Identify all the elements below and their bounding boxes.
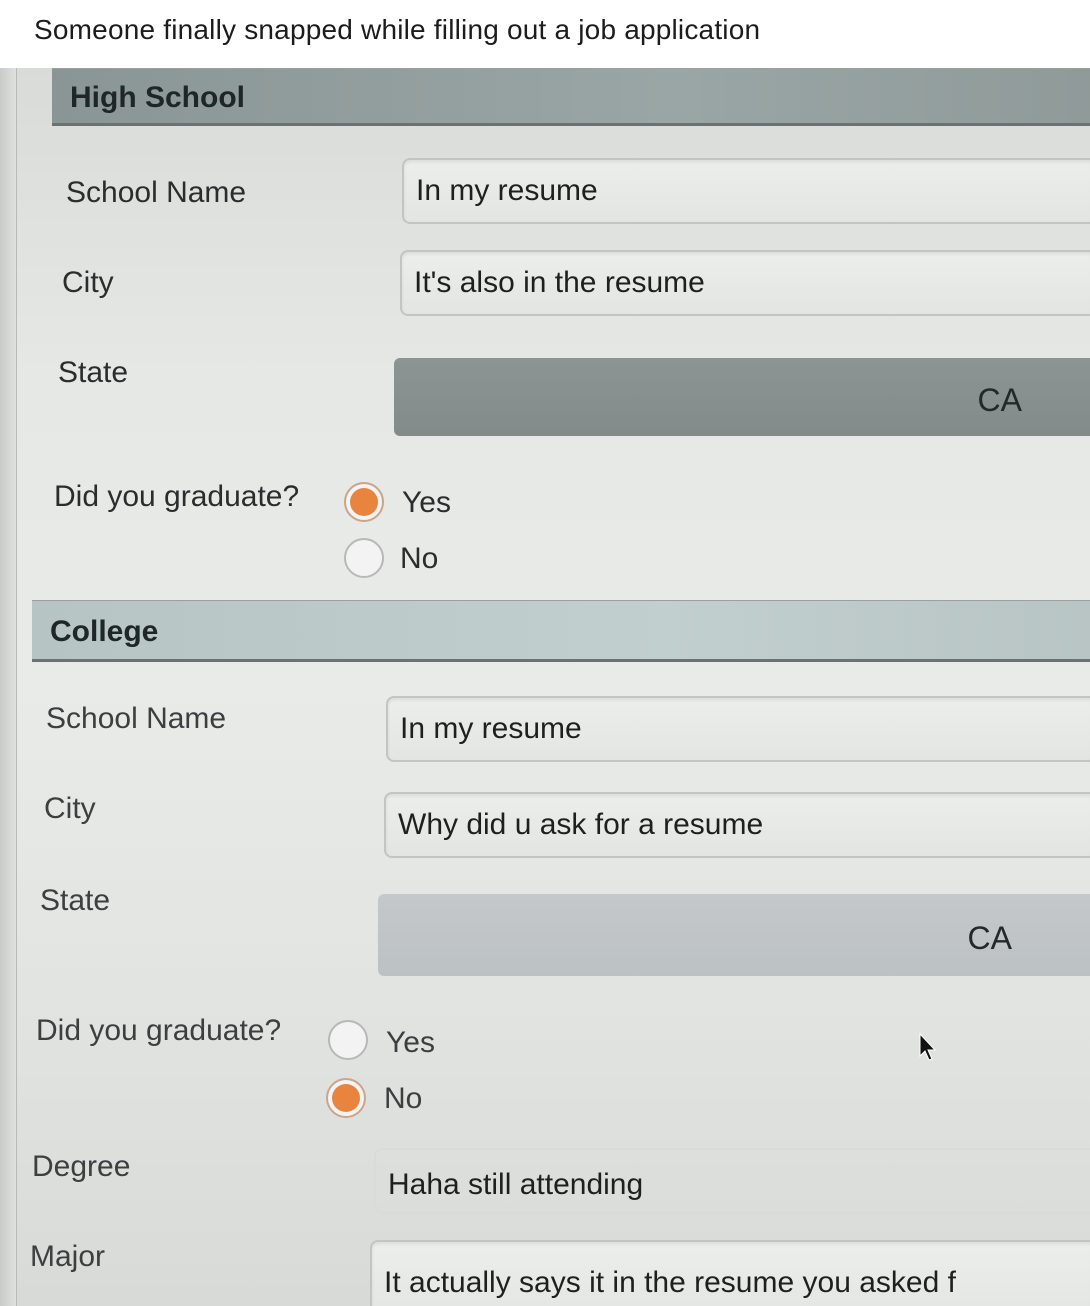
college-graduate-no-radio[interactable] [326,1078,366,1118]
application-form-photo: High School School Name In my resume Cit… [0,68,1090,1306]
hs-graduate-no-radio[interactable] [344,538,384,578]
college-school-name-label: School Name [46,702,227,735]
college-major-value: It actually says it in the resume you as… [384,1266,956,1299]
college-degree-input[interactable]: Haha still attending [374,1148,1090,1214]
post-caption: Someone finally snapped while filling ou… [34,14,761,45]
mouse-pointer-icon [919,1032,937,1061]
college-major-label: Major [30,1240,106,1273]
hs-city-label: City [62,266,114,299]
screen-bezel-edge [0,68,17,1306]
college-city-input[interactable]: Why did u ask for a resume [384,792,1090,858]
college-school-name-value: In my resume [400,712,582,745]
college-major-input[interactable]: It actually says it in the resume you as… [370,1240,1090,1306]
college-state-value: CA [967,920,1012,956]
college-city-label: City [44,792,96,825]
hs-state-select[interactable]: CA [394,358,1090,436]
hs-school-name-label: School Name [66,176,247,209]
hs-city-input[interactable]: It's also in the resume [400,250,1090,316]
college-city-value: Why did u ask for a resume [398,808,764,841]
college-graduate-label: Did you graduate? [36,1014,282,1047]
college-degree-value: Haha still attending [388,1168,644,1201]
hs-graduate-label: Did you graduate? [54,480,300,513]
college-graduate-yes-label: Yes [386,1026,435,1059]
section-header-college: College [32,600,1090,662]
hs-graduate-no-label: No [400,542,439,575]
hs-state-label: State [58,356,129,389]
college-graduate-yes-radio[interactable] [328,1020,368,1060]
hs-school-name-value: In my resume [416,174,598,207]
college-state-select[interactable]: CA [378,894,1090,976]
hs-state-value: CA [977,382,1022,418]
college-graduate-no-label: No [384,1082,423,1115]
college-state-label: State [40,884,111,917]
hs-graduate-yes-radio[interactable] [344,482,384,522]
section-title-college: College [50,615,159,648]
hs-school-name-input[interactable]: In my resume [402,158,1090,224]
hs-graduate-yes-label: Yes [402,486,451,519]
college-degree-label: Degree [32,1150,131,1183]
section-header-high-school: High School [52,68,1090,126]
hs-city-value: It's also in the resume [414,266,705,299]
section-title-high-school: High School [70,81,245,114]
college-school-name-input[interactable]: In my resume [386,696,1090,762]
post-caption-bar: Someone finally snapped while filling ou… [0,0,1090,68]
